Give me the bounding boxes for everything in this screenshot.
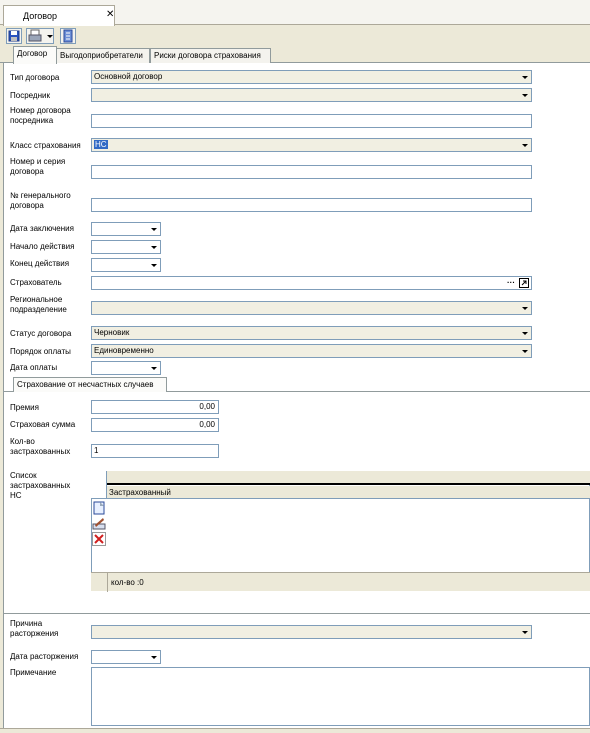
save-button[interactable] [6,28,22,44]
report-icon [63,29,73,43]
document-tab-title: Договор [23,11,57,21]
sum-insured-label: Страховая сумма [10,420,76,429]
intermediary-label: Посредник [10,91,50,100]
note-textarea[interactable] [91,667,590,726]
chevron-down-icon[interactable] [520,140,530,150]
new-document-icon [93,501,105,515]
tab-contract[interactable]: Договор [13,46,57,64]
tab-accident-insurance[interactable]: Страхование от несчастных случаев [13,377,167,392]
insurer-field[interactable]: ··· [91,276,532,290]
open-link-icon[interactable] [519,278,529,288]
print-icon [28,29,42,42]
insurer-label: Страхователь [10,278,62,287]
contract-status-label: Статус договора [10,329,72,338]
premium-label: Премия [10,403,39,412]
contract-status-value: Черновик [94,328,130,337]
general-number-label: № генерального договора [10,191,71,210]
save-icon [8,30,20,42]
chevron-down-icon[interactable] [520,328,530,338]
chevron-down-icon[interactable] [520,303,530,313]
payment-order-value: Единовременно [94,346,154,355]
chevron-down-icon[interactable] [520,72,530,82]
termination-reason-select[interactable] [91,625,532,639]
chevron-down-icon[interactable] [149,224,159,234]
insurance-class-select[interactable]: НС [91,138,532,152]
note-label: Примечание [10,668,57,677]
payment-date-field[interactable] [91,361,161,375]
section-divider-bottom [3,613,590,614]
payment-date-label: Дата оплаты [10,363,58,372]
regional-division-select[interactable] [91,301,532,315]
edit-insured-button[interactable] [92,516,106,530]
ellipsis-button[interactable]: ··· [507,277,515,289]
tab-contract-risks[interactable]: Риски договора страхования [150,48,271,63]
intermediary-number-field[interactable] [91,114,532,128]
contract-type-select[interactable]: Основной договор [91,70,532,84]
contract-status-select[interactable]: Черновик [91,326,532,340]
close-icon[interactable]: ✕ [106,9,114,20]
payment-order-label: Порядок оплаты [10,347,71,356]
intermediary-select[interactable] [91,88,532,102]
insured-list-label: Список застрахованных НС [10,471,71,500]
conclusion-date-field[interactable] [91,222,161,236]
edit-icon [92,518,106,530]
contract-window: Договор ✕ Договор Выгодоприобретатели Ри… [0,0,590,733]
document-tab[interactable]: Договор ✕ [3,5,115,26]
insured-count-label: Кол-во застрахованных [10,437,71,456]
insured-count-footer: кол-во :0 [111,578,144,587]
conclusion-date-label: Дата заключения [10,224,74,233]
start-date-label: Начало действия [10,242,75,251]
insurance-class-value: НС [94,140,108,149]
start-date-field[interactable] [91,240,161,254]
tab-beneficiaries[interactable]: Выгодоприобретатели [56,48,150,63]
contract-type-label: Тип договора [10,73,60,82]
toolbar [0,26,590,46]
print-button[interactable] [26,28,54,44]
contract-type-value: Основной договор [94,72,163,81]
chevron-down-icon[interactable] [149,242,159,252]
chevron-down-icon[interactable] [520,90,530,100]
report-button[interactable] [60,28,76,44]
chevron-down-icon[interactable] [149,260,159,270]
grid-row-selector-header [91,471,107,499]
sum-insured-field[interactable]: 0,00 [91,418,219,432]
contract-number-field[interactable] [91,165,532,179]
grid-column-header[interactable]: Застрахованный [107,486,590,499]
add-insured-button[interactable] [92,501,106,515]
end-date-label: Конец действия [10,259,70,268]
general-number-field[interactable] [91,198,532,212]
chevron-down-icon[interactable] [520,627,530,637]
insurance-class-label: Класс страхования [10,141,81,150]
insured-count-field[interactable]: 1 [91,444,219,458]
grid-footer: кол-во :0 [91,572,590,592]
contract-number-label: Номер и серия договора [10,157,66,176]
intermediary-number-label: Номер договора посредника [10,106,71,125]
regional-division-label: Региональное подразделение [10,295,67,314]
termination-reason-label: Причина расторжения [10,619,59,638]
chevron-down-icon[interactable] [149,363,159,373]
end-date-field[interactable] [91,258,161,272]
delete-icon [92,532,106,546]
window-bottom-edge [0,728,590,733]
chevron-down-icon[interactable] [149,652,159,662]
premium-field[interactable]: 0,00 [91,400,219,414]
delete-insured-button[interactable] [92,532,106,546]
termination-date-label: Дата расторжения [10,652,79,661]
grid-footer-divider [107,573,108,592]
termination-date-field[interactable] [91,650,161,664]
payment-order-select[interactable]: Единовременно [91,344,532,358]
grid-group-header [107,471,590,485]
column-insured: Застрахованный [109,488,171,497]
chevron-down-icon[interactable] [520,346,530,356]
dropdown-arrow-icon[interactable] [46,29,54,43]
